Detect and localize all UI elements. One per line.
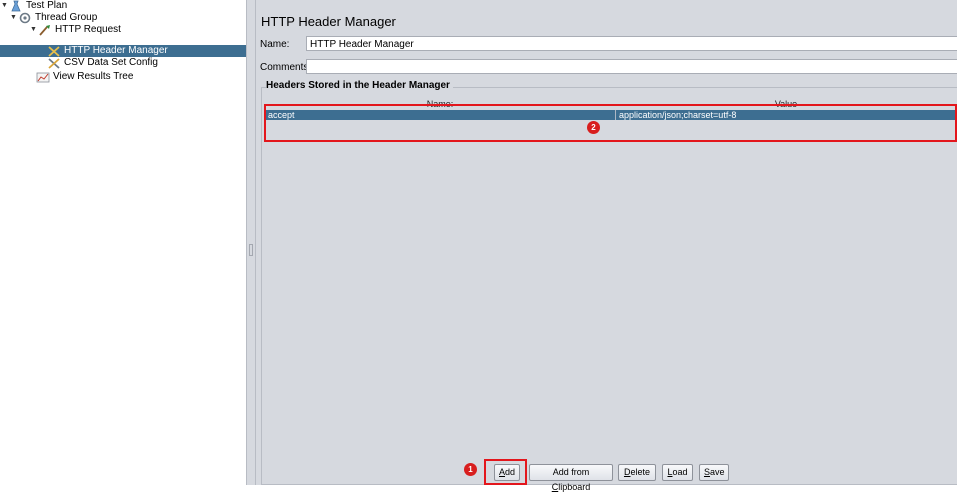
config-element-icon xyxy=(47,57,61,69)
panel-title: HTTP Header Manager xyxy=(261,14,396,29)
expand-toggle-icon[interactable]: ▼ xyxy=(29,24,38,36)
test-plan-icon xyxy=(9,0,23,12)
listener-icon xyxy=(36,71,50,83)
tree-item-test-plan[interactable]: ▼ Test Plan xyxy=(0,0,67,12)
annotation-badge-1: 1 xyxy=(464,463,477,476)
save-button[interactable]: Save xyxy=(699,464,729,481)
tree-item-csv-data-set-config[interactable]: CSV Data Set Config xyxy=(47,57,158,69)
load-button[interactable]: Load xyxy=(662,464,693,481)
name-label: Name: xyxy=(260,39,290,50)
name-field[interactable]: HTTP Header Manager xyxy=(306,36,957,51)
annotation-highlight-add xyxy=(484,459,527,485)
headers-group: Headers Stored in the Header Manager Nam… xyxy=(261,80,957,485)
annotation-badge-2: 2 xyxy=(587,121,600,134)
comments-label: Comments: xyxy=(260,62,312,73)
comments-field[interactable] xyxy=(306,59,957,74)
thread-group-icon xyxy=(18,12,32,24)
expand-toggle-icon[interactable]: ▼ xyxy=(0,0,9,12)
tree-item-label: Test Plan xyxy=(26,0,68,11)
tree-item-label: HTTP Header Manager xyxy=(64,45,168,56)
tree-item-label: Thread Group xyxy=(35,12,98,23)
split-pane-divider[interactable] xyxy=(246,0,256,485)
tree-item-label: HTTP Request xyxy=(55,24,121,35)
headers-group-title: Headers Stored in the Header Manager xyxy=(266,80,453,91)
button-bar: Add Add from Clipboard Delete Load Save xyxy=(256,464,957,492)
tree-item-http-header-manager[interactable]: HTTP Header Manager xyxy=(0,45,246,57)
divider-grip-icon[interactable] xyxy=(249,244,253,256)
http-request-icon xyxy=(38,24,52,36)
tree-item-label: View Results Tree xyxy=(53,71,134,82)
http-header-manager-panel: HTTP Header Manager Name: HTTP Header Ma… xyxy=(256,0,957,492)
headers-table[interactable]: Name: Value accept application/json;char… xyxy=(265,99,957,457)
tree-item-http-request[interactable]: ▼ HTTP Request xyxy=(29,24,121,36)
test-plan-tree: ▼ Test Plan ▼ Thread Group ▼ HTTP Reques… xyxy=(0,0,246,485)
config-element-icon xyxy=(47,45,61,57)
tree-item-thread-group[interactable]: ▼ Thread Group xyxy=(9,12,97,24)
annotation-highlight-table xyxy=(264,104,957,142)
expand-toggle-icon[interactable]: ▼ xyxy=(9,12,18,24)
add-from-clipboard-button[interactable]: Add from Clipboard xyxy=(529,464,613,492)
tree-item-view-results-tree[interactable]: View Results Tree xyxy=(36,71,133,83)
tree-item-label: CSV Data Set Config xyxy=(64,57,158,68)
delete-button[interactable]: Delete xyxy=(618,464,656,481)
